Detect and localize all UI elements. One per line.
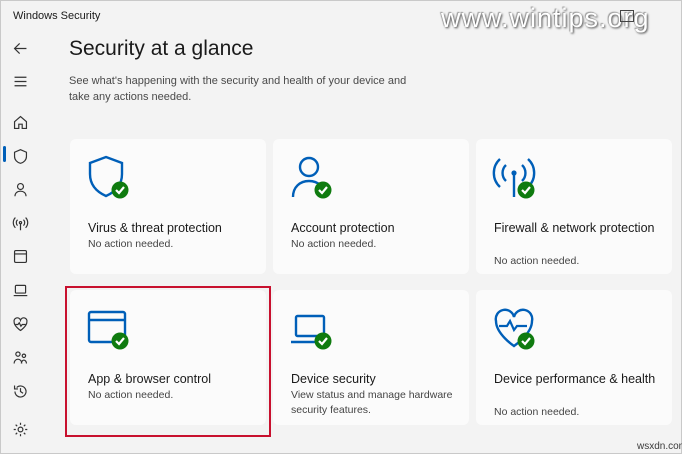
sidebar-item-device-performance[interactable] [7, 311, 33, 337]
sidebar-item-family[interactable] [7, 344, 33, 370]
card-status: View status and manage hardware security… [291, 389, 453, 416]
title-bar: Windows Security www.wintips.org [1, 1, 681, 33]
card-title: Device performance & health [494, 372, 656, 386]
sidebar-item-firewall[interactable] [7, 210, 33, 236]
home-icon [13, 115, 27, 129]
card-status: No action needed. [291, 238, 377, 250]
sidebar-item-settings[interactable] [7, 416, 33, 442]
sidebar-item-app-browser[interactable] [7, 243, 33, 269]
site-credit: wsxdn.com [637, 441, 682, 452]
card-virus-threat-protection[interactable]: Virus & threat protection No action need… [70, 139, 266, 274]
page-subtitle: See what's happening with the security a… [69, 75, 407, 103]
card-status: No action needed. [494, 406, 580, 418]
card-status: No action needed. [88, 238, 174, 250]
history-icon [13, 384, 27, 398]
gear-icon [13, 422, 27, 436]
card-device-performance-health[interactable]: Device performance & health No action ne… [476, 290, 672, 425]
card-account-protection[interactable]: Account protection No action needed. [273, 139, 469, 274]
card-firewall-network-protection[interactable]: Firewall & network protection No action … [476, 139, 672, 274]
maximize-icon[interactable] [620, 10, 634, 22]
card-device-security[interactable]: Device security View status and manage h… [273, 290, 469, 425]
window-title: Windows Security [13, 10, 101, 22]
card-title: Firewall & network protection [494, 221, 655, 235]
menu-button[interactable] [7, 68, 33, 94]
card-title: Device security [291, 372, 376, 386]
hamburger-menu-icon [14, 76, 26, 86]
laptop-icon [13, 284, 27, 296]
shield-icon [13, 148, 27, 164]
sidebar-item-history[interactable] [7, 378, 33, 404]
wifi-antenna-icon [12, 216, 28, 230]
app-window-icon [13, 249, 27, 263]
person-check-icon [291, 156, 332, 199]
heart-check-icon [494, 308, 535, 350]
sidebar [1, 31, 39, 453]
highlight-box [65, 286, 271, 437]
laptop-check-icon [291, 314, 332, 350]
family-icon [13, 350, 27, 363]
card-title: Account protection [291, 221, 395, 235]
sidebar-item-home[interactable] [7, 109, 33, 135]
heart-pulse-icon [12, 316, 28, 331]
sidebar-item-account[interactable] [7, 176, 33, 202]
back-arrow-icon [13, 42, 26, 54]
windows-security-window: Windows Security www.wintips.org Securit… [0, 0, 682, 454]
sidebar-item-virus-protection[interactable] [7, 143, 33, 169]
shield-check-icon [88, 155, 129, 199]
watermark: www.wintips.org [441, 3, 650, 33]
person-icon [13, 182, 27, 196]
active-indicator [3, 146, 6, 162]
sidebar-item-device-security[interactable] [7, 277, 33, 303]
card-title: Virus & threat protection [88, 221, 222, 235]
back-button[interactable] [7, 35, 33, 61]
antenna-check-icon [492, 158, 536, 199]
page-title: Security at a glance [69, 37, 254, 60]
card-status: No action needed. [494, 255, 580, 267]
